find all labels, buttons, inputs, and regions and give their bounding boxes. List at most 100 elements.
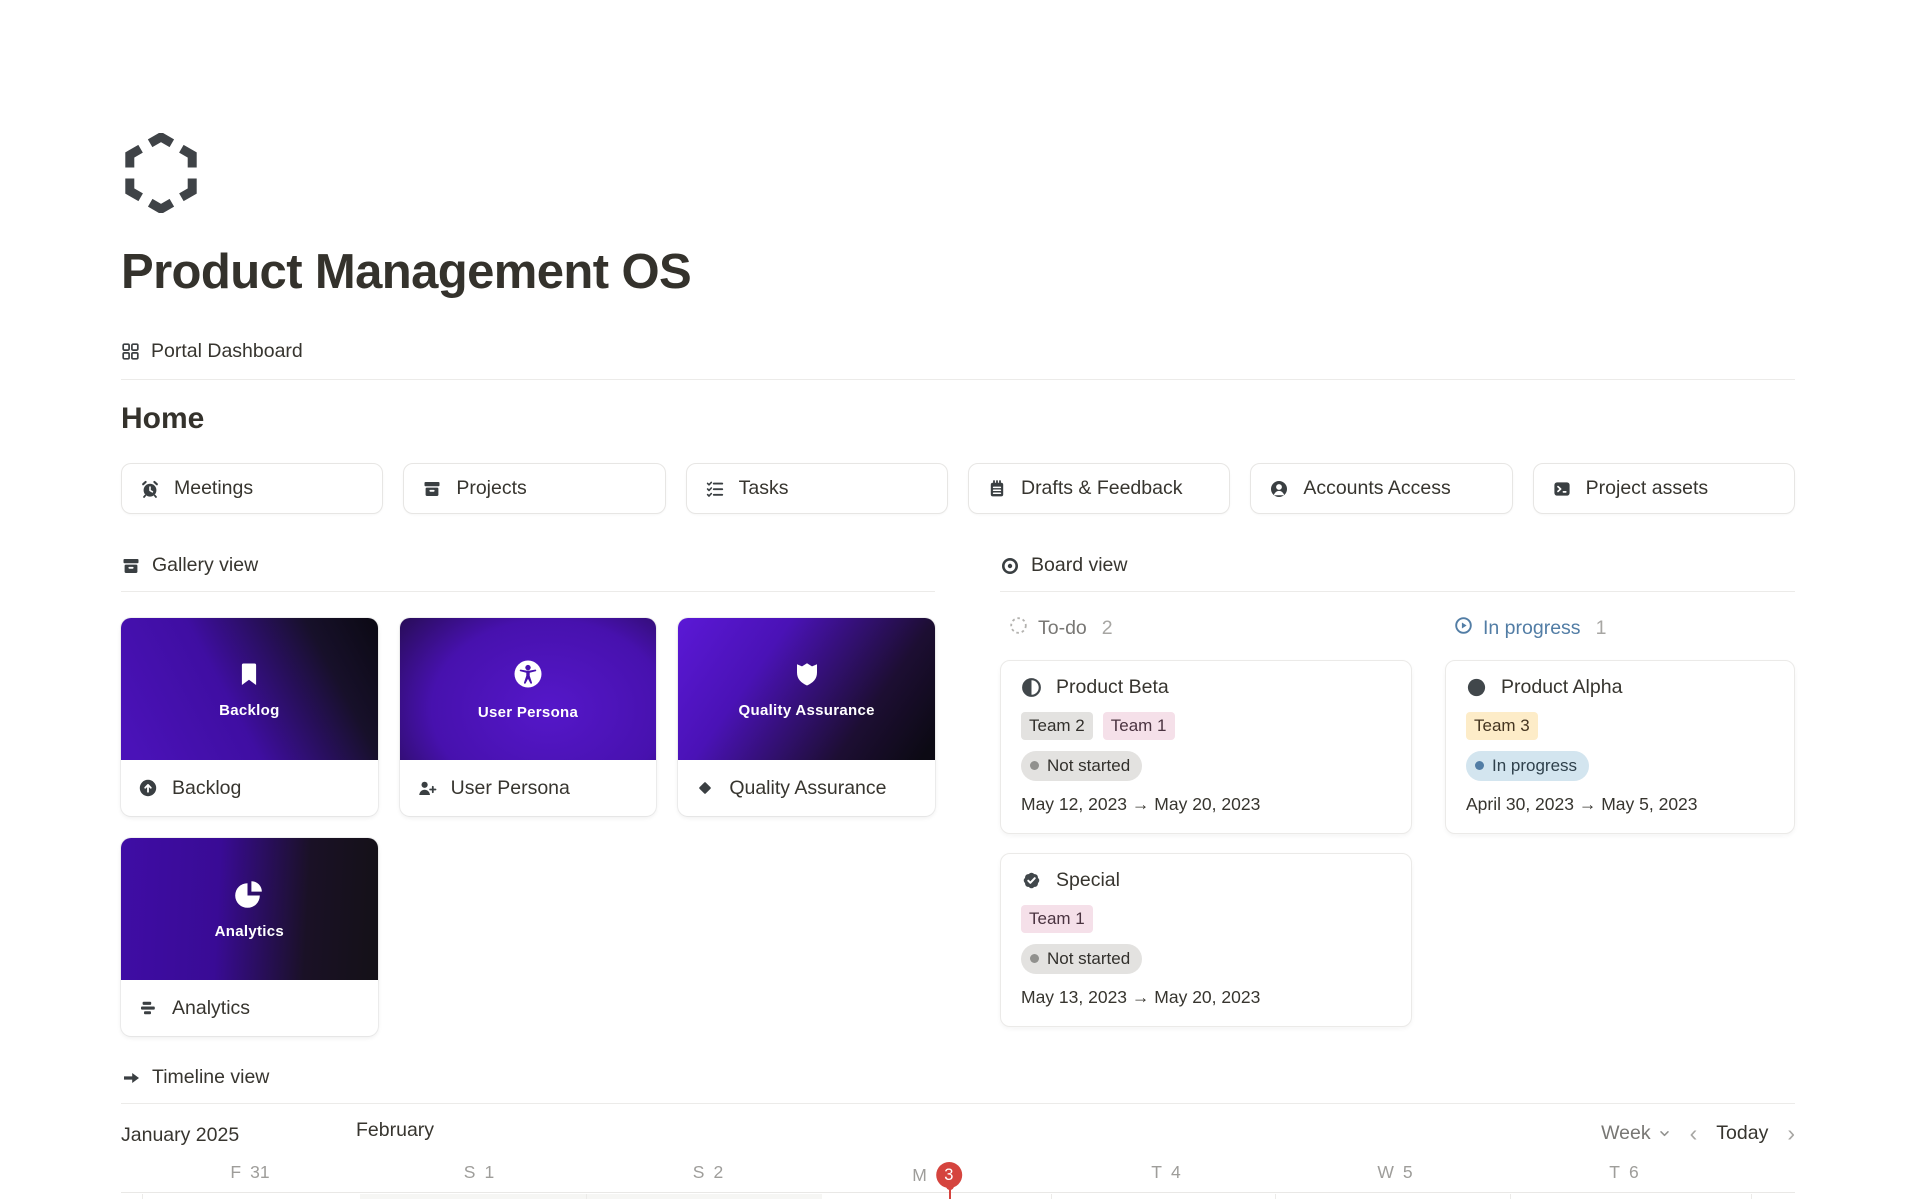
board-card-product-alpha[interactable]: Product Alpha Team 3 In progress [1445, 660, 1795, 834]
breadcrumb-label: Portal Dashboard [151, 340, 303, 363]
archive-box-icon [121, 556, 141, 576]
gallery-card-footer: User Persona [400, 760, 657, 816]
board-column-name: To-do [1038, 617, 1087, 640]
gallery-card-user-persona[interactable]: User Persona User Persona [400, 618, 657, 816]
timeline-month-row: January 2025 February Week ‹ Today › [121, 1121, 1795, 1148]
day-header: S11 [464, 1162, 494, 1183]
status-dot [1030, 761, 1039, 770]
board-section: Board view To-do 2 [1000, 554, 1795, 1027]
grid-line [1051, 1194, 1052, 1199]
terminal-icon [1552, 479, 1572, 499]
cover-title: Analytics [215, 923, 284, 940]
prev-button[interactable]: ‹ [1690, 1122, 1698, 1145]
day-of-week: S [464, 1162, 476, 1183]
arrow-up-circle-icon [138, 778, 158, 798]
gallery-grid: Backlog Backlog User Persona [121, 618, 935, 1036]
nav-button-label: Projects [456, 477, 526, 500]
nav-button-projects[interactable]: Projects [403, 463, 665, 514]
date-range: May 12, 2023 → May 20, 2023 [1021, 794, 1391, 815]
day-header: W55 [1377, 1162, 1412, 1183]
day-of-week: T [1151, 1162, 1162, 1183]
gallery-view-label: Gallery view [152, 554, 258, 577]
breadcrumb[interactable]: Portal Dashboard [121, 340, 303, 363]
dashed-circle-icon [1009, 616, 1028, 641]
next-button[interactable]: › [1787, 1122, 1795, 1145]
grid-icon [121, 342, 140, 361]
day-header: F3131 [230, 1162, 269, 1183]
nav-button-label: Project assets [1586, 477, 1708, 500]
play-circle-icon [1454, 616, 1473, 641]
bookmark-icon [234, 659, 264, 689]
filled-circle-icon [1466, 677, 1487, 698]
range-label: Week [1601, 1122, 1651, 1145]
tag-row: Team 2 Team 1 [1021, 712, 1391, 740]
status-badge: In progress [1466, 751, 1589, 781]
today-marker [949, 1185, 951, 1199]
board-card-title-row: Special [1021, 869, 1391, 892]
day-header: T44 [1151, 1162, 1180, 1183]
date-range: May 13, 2023 → May 20, 2023 [1021, 987, 1391, 1008]
status-badge: Not started [1021, 751, 1142, 781]
gallery-card-quality-assurance[interactable]: Quality Assurance Quality Assurance [678, 618, 935, 816]
nav-button-label: Accounts Access [1303, 477, 1450, 500]
board-column-count: 1 [1596, 617, 1607, 640]
gallery-card-backlog[interactable]: Backlog Backlog [121, 618, 378, 816]
timeline-month-next: February [356, 1119, 434, 1142]
range-select[interactable]: Week [1601, 1122, 1671, 1145]
board-card-title: Special [1056, 869, 1120, 892]
board-column-todo-header[interactable]: To-do 2 [1000, 616, 1412, 641]
nav-button-meetings[interactable]: Meetings [121, 463, 383, 514]
board-card-special[interactable]: Special Team 1 Not started [1000, 853, 1412, 1027]
status-dot [1030, 954, 1039, 963]
today-button[interactable]: Today [1716, 1122, 1768, 1145]
page: Product Management OS Portal Dashboard H… [0, 0, 1920, 1199]
board-card-product-beta[interactable]: Product Beta Team 2 Team 1 Not started [1000, 660, 1412, 834]
date-range: April 30, 2023 → May 5, 2023 [1466, 794, 1774, 815]
shield-icon [792, 659, 822, 689]
hexagon-logo-icon [121, 133, 201, 213]
day-number: 6 [1629, 1162, 1639, 1183]
board-view-header[interactable]: Board view [1000, 554, 1795, 592]
day-header: T66 [1609, 1162, 1638, 1183]
board-column-name: In progress [1483, 617, 1581, 640]
timeline-month-current: January 2025 [121, 1124, 239, 1147]
cover-title: User Persona [478, 704, 578, 721]
alarm-clock-icon [140, 479, 160, 499]
day-of-week: F [230, 1162, 241, 1183]
gallery-view-header[interactable]: Gallery view [121, 554, 935, 592]
day-number: 5 [1403, 1162, 1413, 1183]
gallery-cover-backlog: Backlog [121, 618, 378, 760]
archive-box-icon [422, 479, 442, 499]
status-label: Not started [1047, 757, 1130, 774]
timeline-grid-strip [121, 1192, 1795, 1199]
grid-line [1510, 1194, 1511, 1199]
grid-line [1275, 1194, 1276, 1199]
board-view-label: Board view [1031, 554, 1127, 577]
weekend-shading [360, 1194, 822, 1199]
diamond-icon [695, 778, 715, 798]
board-column-count: 2 [1102, 617, 1113, 640]
gallery-card-label: User Persona [451, 777, 570, 800]
gallery-cover-analytics: Analytics [121, 838, 378, 980]
gallery-cover-user-persona: User Persona [400, 618, 657, 760]
board-column-todo: To-do 2 Product Beta Team 2 [1000, 616, 1412, 1027]
user-plus-icon [417, 778, 437, 798]
accessibility-icon [511, 657, 545, 691]
tag-row: Team 1 [1021, 905, 1391, 933]
nav-button-accounts-access[interactable]: Accounts Access [1250, 463, 1512, 514]
status-label: In progress [1492, 757, 1577, 774]
chevron-down-icon [1658, 1127, 1671, 1140]
timeline-view-header[interactable]: Timeline view [121, 1066, 1795, 1104]
grid-line [1751, 1194, 1752, 1199]
notepad-icon [987, 479, 1007, 499]
day-of-week: M [912, 1165, 927, 1186]
gallery-card-footer: Analytics [121, 980, 378, 1036]
nav-button-tasks[interactable]: Tasks [686, 463, 948, 514]
board-columns: To-do 2 Product Beta Team 2 [1000, 616, 1795, 1027]
nav-button-project-assets[interactable]: Project assets [1533, 463, 1795, 514]
board-column-in-progress-header[interactable]: In progress 1 [1445, 616, 1795, 641]
nav-button-drafts-feedback[interactable]: Drafts & Feedback [968, 463, 1230, 514]
gallery-card-analytics[interactable]: Analytics Analytics [121, 838, 378, 1036]
status-row: Not started [1021, 751, 1391, 781]
day-number: 4 [1171, 1162, 1181, 1183]
